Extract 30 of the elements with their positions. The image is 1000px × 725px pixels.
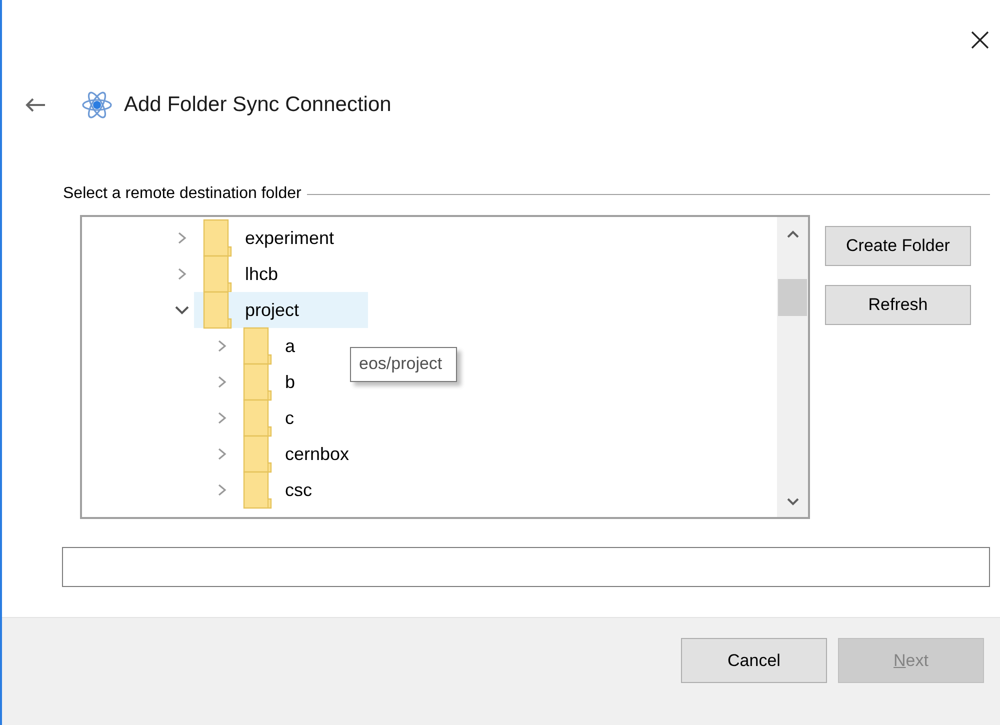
tree-item[interactable]: b [234, 364, 306, 400]
scroll-up-icon[interactable] [786, 229, 800, 239]
tree-item[interactable]: c [234, 400, 304, 436]
scroll-thumb[interactable] [778, 279, 807, 316]
refresh-button[interactable]: Refresh [825, 285, 971, 325]
scroll-down-icon[interactable] [786, 497, 800, 507]
tree-item[interactable]: a [234, 328, 306, 364]
group-label: Select a remote destination folder [63, 185, 302, 203]
close-icon[interactable] [970, 30, 990, 50]
atom-icon [80, 91, 114, 119]
folder-icon [243, 399, 273, 437]
tree-item[interactable]: csc [234, 472, 322, 508]
folder-icon [203, 255, 233, 293]
back-arrow-icon[interactable] [24, 97, 46, 113]
tree-item[interactable]: project [194, 292, 368, 328]
tree-item[interactable]: lhcb [194, 256, 288, 292]
path-field[interactable] [62, 547, 990, 587]
folder-icon [203, 219, 233, 257]
folder-icon [243, 363, 273, 401]
tree-item[interactable]: experiment [194, 220, 344, 256]
tree-item[interactable]: cernbox [234, 436, 360, 472]
cancel-button[interactable]: Cancel [681, 638, 827, 683]
folder-icon [203, 291, 233, 329]
scrollbar[interactable] [777, 217, 808, 517]
folder-icon [243, 435, 273, 473]
folder-icon [243, 327, 273, 365]
dialog-title: Add Folder Sync Connection [124, 93, 392, 117]
tooltip: eos/project [350, 347, 458, 382]
folder-icon [243, 471, 273, 509]
create-folder-button[interactable]: Create Folder [825, 226, 971, 266]
